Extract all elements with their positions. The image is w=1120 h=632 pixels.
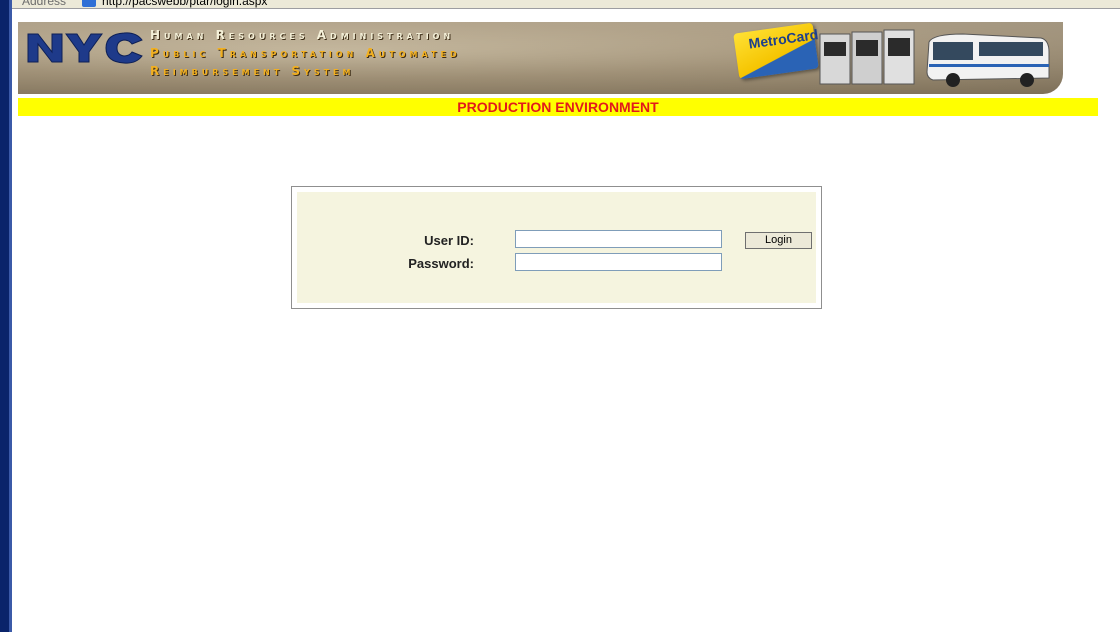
user-id-label: User ID: [424, 233, 474, 248]
address-bar: Address http://pacswebb/ptar/login.aspx [12, 0, 1120, 9]
environment-label: PRODUCTION ENVIRONMENT [457, 99, 659, 115]
metrocard-image: MetroCard [733, 22, 820, 80]
login-button[interactable]: Login [745, 232, 812, 249]
window-frame-left [0, 0, 9, 632]
bus-image [926, 33, 1050, 87]
address-label: Address [22, 0, 67, 8]
password-input[interactable] [515, 253, 722, 271]
environment-banner: PRODUCTION ENVIRONMENT [18, 98, 1098, 116]
metrocard-label: MetroCard [747, 26, 820, 52]
ie-page-icon [82, 0, 96, 7]
address-url[interactable]: http://pacswebb/ptar/login.aspx [102, 0, 267, 8]
banner-line-rs: Reimbursement System [150, 64, 355, 78]
password-label: Password: [408, 256, 474, 271]
header-banner: Human Resources Administration Public Tr… [18, 22, 1063, 94]
nyc-logo [27, 32, 143, 64]
banner-title: Human Resources Administration Public Tr… [150, 22, 750, 94]
banner-line-pta: Public Transportation Automated [150, 46, 461, 60]
banner-line-hra: Human Resources Administration [150, 28, 455, 42]
user-id-input[interactable] [515, 230, 722, 248]
subway-train-image [819, 29, 915, 85]
window-frame-left-inner [9, 0, 12, 632]
